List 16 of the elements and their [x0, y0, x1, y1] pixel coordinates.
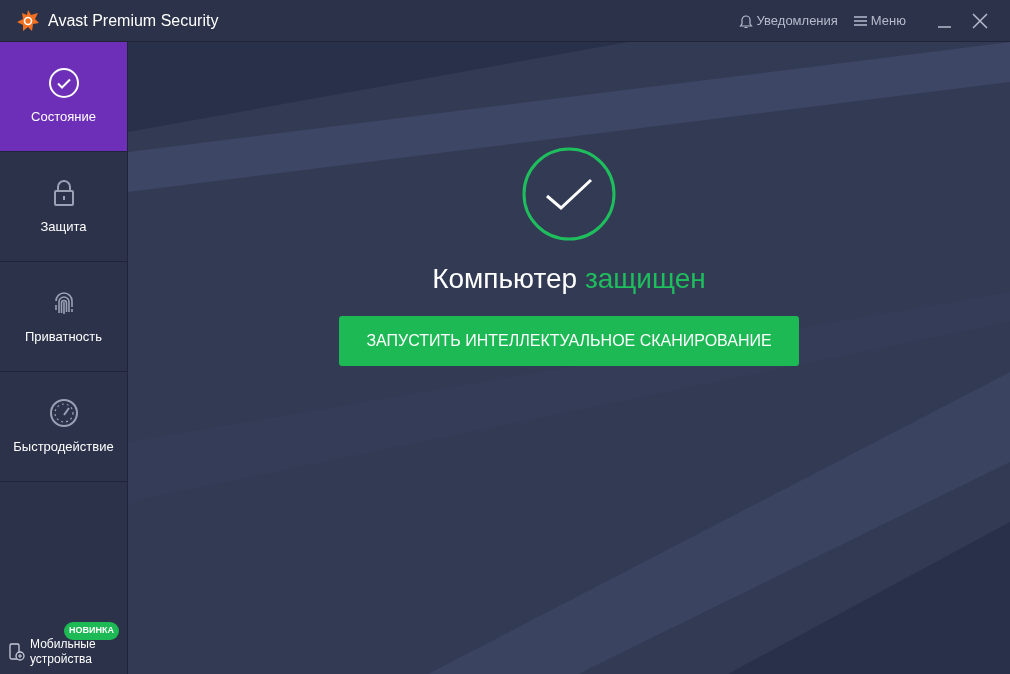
- menu-button[interactable]: Меню: [853, 10, 906, 31]
- check-circle-icon: [47, 66, 80, 99]
- new-badge: НОВИНКА: [64, 622, 119, 640]
- logo-icon: [16, 8, 40, 33]
- minimize-icon: [937, 26, 951, 29]
- status-heading: Компьютер защищен: [432, 262, 706, 296]
- close-icon: [972, 13, 988, 30]
- bell-icon: [738, 12, 753, 29]
- window-title: Avast Premium Security: [48, 10, 219, 31]
- gauge-icon: [47, 396, 80, 429]
- menu-icon: [853, 14, 867, 27]
- notifications-button[interactable]: Уведомления: [738, 10, 838, 31]
- phone-add-icon: [8, 641, 26, 662]
- check-circle-icon: [521, 146, 617, 242]
- sidebar-item[interactable]: Состояние: [0, 42, 127, 152]
- mobile-devices-link[interactable]: Мобильные устройства: [8, 637, 105, 666]
